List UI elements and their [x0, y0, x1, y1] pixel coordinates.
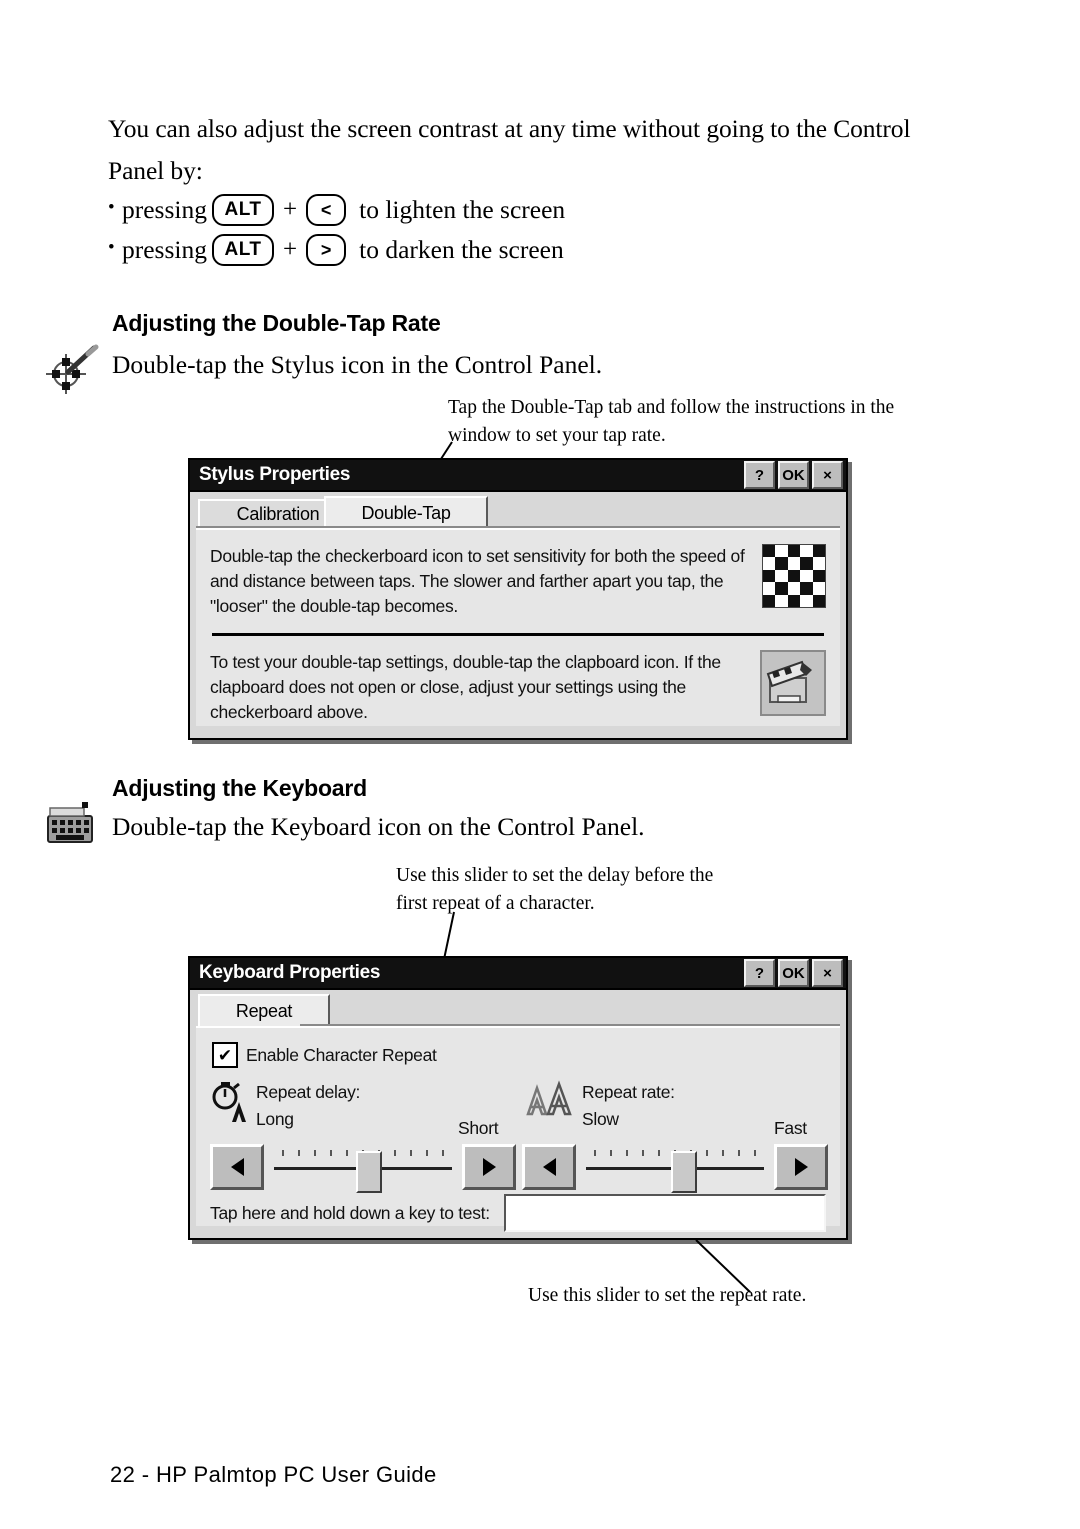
repeat-delay-decrement-button[interactable]: [210, 1144, 264, 1190]
double-a-icon: [526, 1080, 574, 1125]
right-arrow-icon: [794, 1158, 808, 1176]
keyboard-properties-dialog: Keyboard Properties ? OK × Repeat ✔ Enab…: [188, 956, 848, 1240]
repeat-rate-slider[interactable]: [586, 1145, 764, 1193]
bullet-tail-text: to darken the screen: [359, 235, 564, 264]
plus-sign: +: [283, 196, 298, 223]
keyboard-icon: [44, 800, 100, 848]
tab-double-tap[interactable]: Double-Tap: [324, 496, 488, 528]
list-item: • pressing ALT + < to lighten the screen: [108, 190, 948, 230]
repeat-delay-max-label: Short: [458, 1118, 499, 1138]
document-page: You can also adjust the screen contrast …: [0, 0, 1080, 1529]
intro-paragraph: You can also adjust the screen contrast …: [108, 114, 911, 185]
tab-double-tap-label: Double-Tap: [361, 502, 451, 523]
alt-keycap: ALT: [212, 194, 274, 226]
repeat-delay-label: Repeat delay:: [256, 1082, 361, 1102]
repeat-rate-increment-button[interactable]: [774, 1144, 828, 1190]
callout-double-tap-tab: Tap the Double-Tap tab and follow the in…: [448, 397, 895, 446]
repeat-delay-slider-thumb[interactable]: [355, 1151, 382, 1193]
right-arrow-icon: [482, 1158, 496, 1176]
heading-adjusting-the-keyboard: Adjusting the Keyboard: [112, 775, 368, 801]
list-item: • pressing ALT + > to darken the screen: [108, 230, 948, 270]
stylus-properties-dialog: Stylus Properties ? OK × Calibration Dou…: [188, 458, 848, 740]
stylus-dialog-titlebar: Stylus Properties ? OK ×: [190, 460, 846, 492]
stylus-dialog-tabstrip: Calibration Double-Tap: [190, 492, 846, 528]
repeat-rate-max-label: Fast: [774, 1118, 807, 1138]
repeat-delay-increment-button[interactable]: [462, 1144, 516, 1190]
enable-character-repeat-checkbox[interactable]: ✔: [212, 1042, 238, 1068]
callout-repeat-rate-slider: Use this slider to set the repeat rate.: [528, 1285, 807, 1306]
checkerboard-icon[interactable]: [762, 544, 826, 608]
ok-button[interactable]: OK: [778, 461, 809, 489]
keyboard-dialog-titlebar: Keyboard Properties ? OK ×: [190, 958, 846, 990]
close-button[interactable]: ×: [812, 959, 843, 987]
stopwatch-a-icon: [210, 1080, 248, 1129]
keyboard-dialog-panel: ✔ Enable Character Repeat Repeat delay: …: [196, 1026, 840, 1232]
tab-repeat[interactable]: Repeat: [198, 994, 330, 1026]
double-tap-sensitivity-row: Double-tap the checkerboard icon to set …: [196, 530, 840, 619]
heading-adjusting-double-tap-rate: Adjusting the Double-Tap Rate: [112, 310, 441, 336]
ok-button[interactable]: OK: [778, 959, 809, 987]
keyboard-test-input[interactable]: [503, 1194, 826, 1232]
tab-calibration-label: Calibration: [236, 504, 320, 524]
clapboard-icon[interactable]: [760, 650, 826, 716]
double-tap-test-text: To test your double-tap settings, double…: [210, 652, 721, 722]
bullet-lead-text: pressing: [122, 195, 207, 224]
contrast-shortcut-list: • pressing ALT + < to lighten the screen…: [108, 190, 948, 270]
page-footer: 22 - HP Palmtop PC User Guide: [110, 1462, 437, 1487]
keyboard-test-row: Tap here and hold down a key to test:: [210, 1194, 826, 1232]
close-button[interactable]: ×: [812, 461, 843, 489]
alt-keycap: ALT: [212, 234, 274, 266]
stylus-dialog-panel: Double-tap the checkerboard icon to set …: [196, 528, 840, 726]
left-arrow-icon: [230, 1158, 244, 1176]
keyboard-test-label: Tap here and hold down a key to test:: [210, 1202, 490, 1223]
less-than-keycap: <: [306, 194, 347, 226]
double-tap-sensitivity-text: Double-tap the checkerboard icon to set …: [210, 546, 745, 616]
help-button[interactable]: ?: [744, 461, 775, 489]
enable-character-repeat-row[interactable]: ✔ Enable Character Repeat: [212, 1042, 437, 1068]
repeat-rate-decrement-button[interactable]: [522, 1144, 576, 1190]
repeat-rate-slider-row: [522, 1144, 828, 1193]
keyboard-instruction-text: Double-tap the Keyboard icon on the Cont…: [112, 812, 645, 841]
repeat-delay-slider-row: [210, 1144, 516, 1193]
repeat-delay-slider[interactable]: [274, 1145, 452, 1193]
left-arrow-icon: [542, 1158, 556, 1176]
tab-repeat-label: Repeat: [235, 1000, 293, 1021]
repeat-rate-min-label: Slow: [582, 1109, 619, 1129]
stylus-crosshair-icon: [44, 344, 102, 396]
plus-sign: +: [283, 236, 298, 263]
repeat-rate-slider-thumb[interactable]: [671, 1151, 698, 1193]
bullet-lead-text: pressing: [122, 235, 207, 264]
bullet-tail-text: to lighten the screen: [359, 195, 566, 224]
bullet-dot: •: [108, 236, 115, 258]
help-button[interactable]: ?: [744, 959, 775, 987]
repeat-delay-min-label: Long: [256, 1109, 294, 1129]
enable-character-repeat-label: Enable Character Repeat: [246, 1044, 437, 1065]
keyboard-dialog-tabstrip: Repeat: [190, 990, 846, 1026]
greater-than-keycap: >: [306, 234, 347, 266]
keyboard-dialog-title: Keyboard Properties: [199, 962, 381, 983]
repeat-rate-label: Repeat rate:: [582, 1082, 675, 1102]
stylus-dialog-title: Stylus Properties: [199, 464, 351, 485]
stylus-instruction-text: Double-tap the Stylus icon in the Contro…: [112, 350, 603, 379]
bullet-dot: •: [108, 196, 115, 218]
double-tap-test-row: To test your double-tap settings, double…: [196, 636, 840, 725]
